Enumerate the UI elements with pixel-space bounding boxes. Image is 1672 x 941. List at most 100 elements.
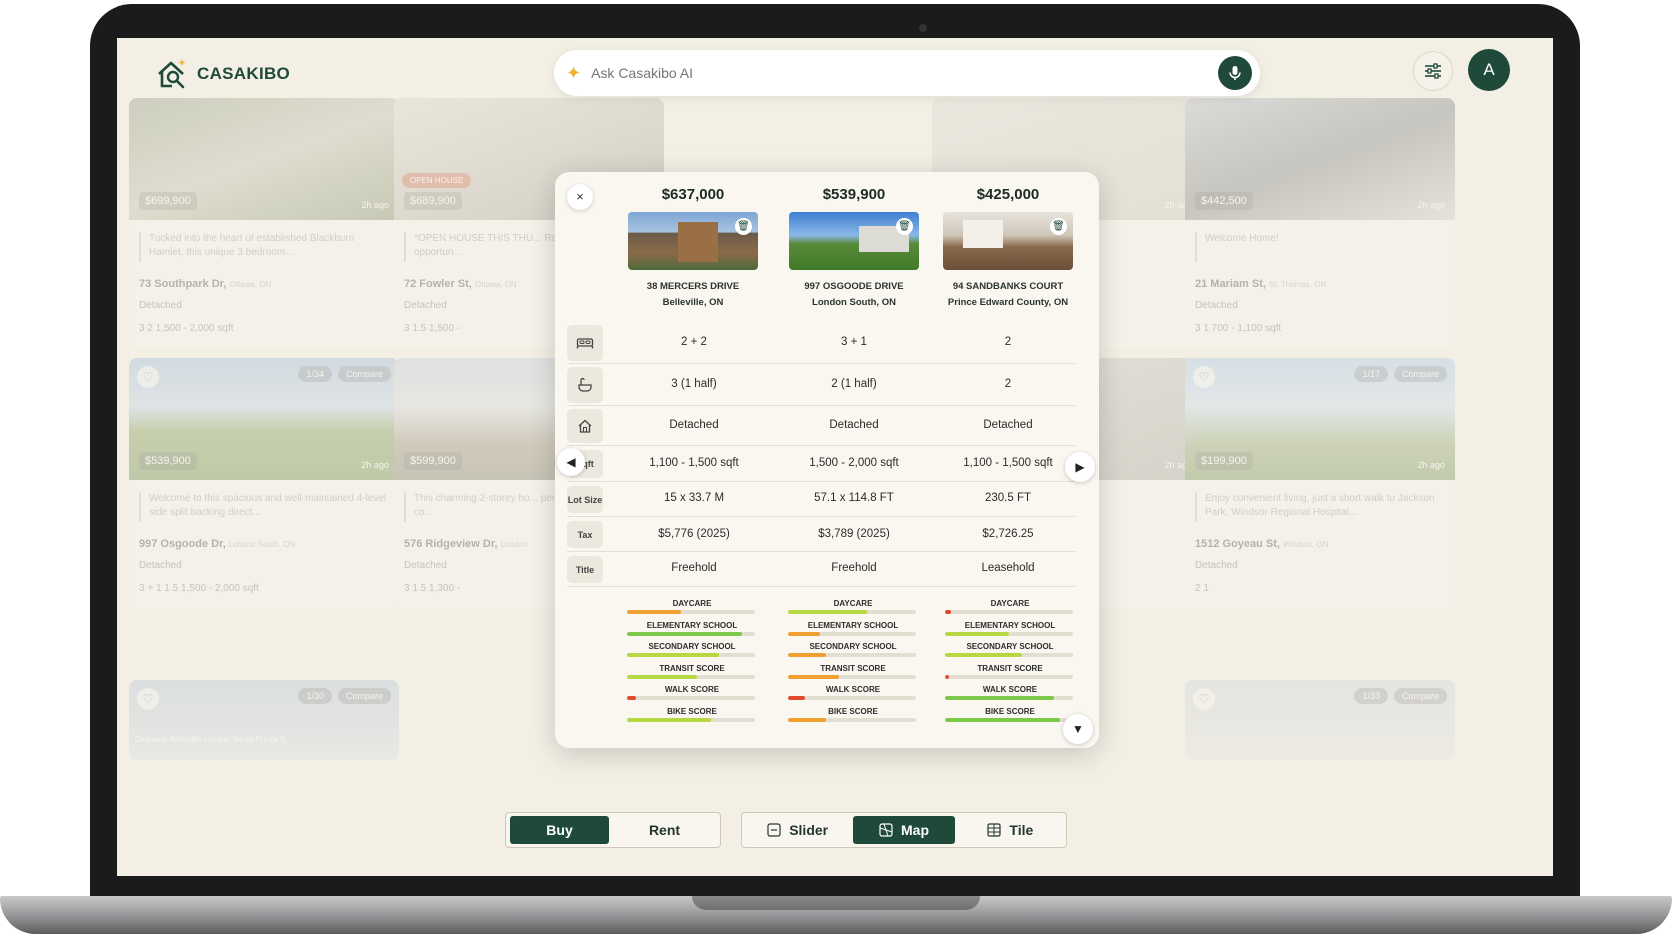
row-value: 2 (1 half) (831, 378, 877, 390)
slider-view-tab[interactable]: Slider (746, 816, 849, 844)
compare-button[interactable]: Compare (337, 366, 391, 382)
score-item: SECONDARY SCHOOL (788, 641, 918, 663)
close-button[interactable]: × (567, 184, 593, 210)
card-badges: 1/30 Compare (298, 688, 391, 704)
favorite-heart-icon[interactable]: ♡ (137, 366, 159, 388)
remove-listing-button[interactable]: 🗑 (896, 218, 913, 235)
score-fill (945, 631, 1009, 636)
row-value: Freehold (831, 562, 877, 574)
score-item: TRANSIT SCORE (627, 663, 757, 685)
compare-row-bedrooms: 2 + 2 3 + 1 2 (567, 322, 1075, 364)
listing-photo[interactable]: ♡ 1/33 Compare (1185, 680, 1455, 760)
listing-card[interactable]: $699,900 2h ago Tucked into the heart of e… (129, 98, 399, 348)
score-label: WALK SCORE (664, 685, 720, 694)
next-arrow-button[interactable]: ▶ (1065, 452, 1095, 482)
card-description: Welcome Home! (1195, 232, 1445, 262)
listing-photo[interactable]: $442,500 2h ago (1185, 98, 1455, 220)
score-fill (627, 717, 712, 722)
ai-search-bar[interactable]: ✦ (554, 50, 1260, 96)
score-label: SECONDARY SCHOOL (966, 642, 1054, 651)
listing-card[interactable]: $539,900 2h ago ♡ 1/34 Compare Welcome to thi… (129, 358, 399, 608)
card-time: 2h ago (361, 200, 389, 210)
remove-listing-button[interactable]: 🗑 (735, 218, 752, 235)
row-value: 1,500 - 2,000 sqft (809, 457, 899, 469)
score-track (627, 610, 755, 614)
score-block: DAYCARE ELEMENTARY SCHOOL SECONDARY SCHOOL… (945, 598, 1075, 727)
map-view-tab[interactable]: Map (853, 816, 955, 844)
score-label: TRANSIT SCORE (977, 663, 1043, 673)
score-track (788, 631, 916, 636)
scroll-down-button[interactable]: ▼ (1063, 714, 1093, 744)
score-track (945, 610, 1073, 614)
prev-arrow-button[interactable]: ◀ (557, 448, 585, 476)
compare-button[interactable]: Compare (1393, 688, 1447, 704)
listing-photo[interactable]: 🗑 (943, 212, 1073, 270)
user-avatar[interactable]: A (1468, 49, 1510, 91)
listing-street: 997 OSGOODE DRIVE (804, 281, 904, 292)
row-value: 57.1 x 114.8 FT (814, 492, 894, 504)
favorite-heart-icon[interactable]: ♡ (137, 688, 159, 710)
row-value: Detached (669, 419, 719, 431)
score-label: SECONDARY SCHOOL (809, 642, 897, 651)
listing-photo[interactable]: $699,900 2h ago (129, 98, 399, 220)
card-specs: 3 + 1 1.5 1,500 - 2,000 sqft (139, 583, 259, 594)
favorite-heart-icon[interactable]: ♡ (1193, 688, 1215, 710)
remove-listing-button[interactable]: 🗑 (1050, 218, 1067, 235)
score-fill (788, 653, 827, 657)
caret-down-icon: ▼ (1072, 722, 1084, 736)
score-label: ELEMENTARY SCHOOL (807, 620, 899, 630)
camera (919, 24, 927, 32)
sliders-icon (1425, 63, 1441, 79)
bed-icon (576, 338, 594, 349)
listing-photo[interactable]: 🗑 (789, 212, 919, 270)
score-item: DAYCARE (945, 598, 1075, 620)
listing-photo[interactable]: 🗑 (628, 212, 758, 270)
voice-search-button[interactable] (1218, 56, 1252, 90)
card-type: Detached (139, 560, 182, 571)
card-description: Welcome to this spacious and well-mainta… (139, 492, 389, 522)
compare-button[interactable]: Compare (337, 688, 391, 704)
listing-photo[interactable]: ♡ 1/30 Compare Osgoode Belleville London So… (129, 680, 399, 760)
buy-tab[interactable]: Buy (510, 816, 610, 844)
score-label: BIKE SCORE (667, 706, 717, 716)
card-address: 997 Osgoode Dr, London South, ON (139, 538, 296, 550)
listing-photo[interactable]: $539,900 2h ago ♡ 1/34 Compare (129, 358, 399, 480)
row-value: 3 (1 half) (671, 378, 717, 390)
compare-button[interactable]: Compare (1393, 366, 1447, 382)
score-track (788, 610, 916, 614)
photo-count-badge: 1/30 (298, 688, 332, 704)
card-price: $199,900 (1195, 452, 1253, 470)
listing-photo[interactable]: $199,900 2h ago ♡ 1/17 Compare (1185, 358, 1455, 480)
score-block: DAYCARE ELEMENTARY SCHOOL SECONDARY SCHOOL… (627, 598, 757, 727)
compare-row-sqft: Sqft 1,100 - 1,500 sqft 1,500 - 2,000 sq… (567, 446, 1075, 482)
logo[interactable]: CASAKIBO (153, 56, 290, 92)
filters-button[interactable] (1413, 51, 1453, 91)
score-track (627, 674, 755, 679)
location-strip: Osgoode Belleville London South Prince E (135, 735, 286, 744)
score-label: ELEMENTARY SCHOOL (964, 620, 1056, 630)
score-fill (945, 653, 1022, 657)
rent-tab[interactable]: Rent (613, 816, 716, 844)
card-badges: 1/34 Compare (298, 366, 391, 382)
listing-city: London South, ON (812, 297, 896, 308)
favorite-heart-icon[interactable]: ♡ (1193, 366, 1215, 388)
card-price: $689,900 (404, 192, 462, 210)
search-input[interactable] (591, 65, 1192, 81)
listing-street: 38 MERCERS DRIVE (646, 281, 740, 292)
score-label: SECONDARY SCHOOL (648, 642, 736, 651)
score-item: BIKE SCORE (627, 706, 757, 728)
score-item: BIKE SCORE (788, 706, 918, 728)
listing-card[interactable]: $199,900 2h ago ♡ 1/17 Compare Enjoy convenie… (1185, 358, 1455, 608)
score-fill (945, 674, 949, 679)
tile-view-tab[interactable]: Tile (959, 816, 1062, 844)
compare-row-lot-size: Lot Size 15 x 33.7 M 57.1 x 114.8 FT 230… (567, 482, 1075, 517)
score-fill (627, 631, 743, 636)
listing-card[interactable]: ♡ 1/33 Compare (1185, 680, 1455, 760)
score-fill (945, 696, 1054, 700)
score-fill (788, 717, 827, 722)
listing-card[interactable]: $442,500 2h ago Welcome Home! 21 Mariam St,… (1185, 98, 1455, 348)
listing-card[interactable]: ♡ 1/30 Compare Osgoode Belleville London So… (129, 680, 399, 760)
card-description: Tucked into the heart of established Bla… (139, 232, 389, 262)
caret-left-icon: ◀ (566, 455, 576, 469)
score-label: BIKE SCORE (985, 706, 1035, 716)
